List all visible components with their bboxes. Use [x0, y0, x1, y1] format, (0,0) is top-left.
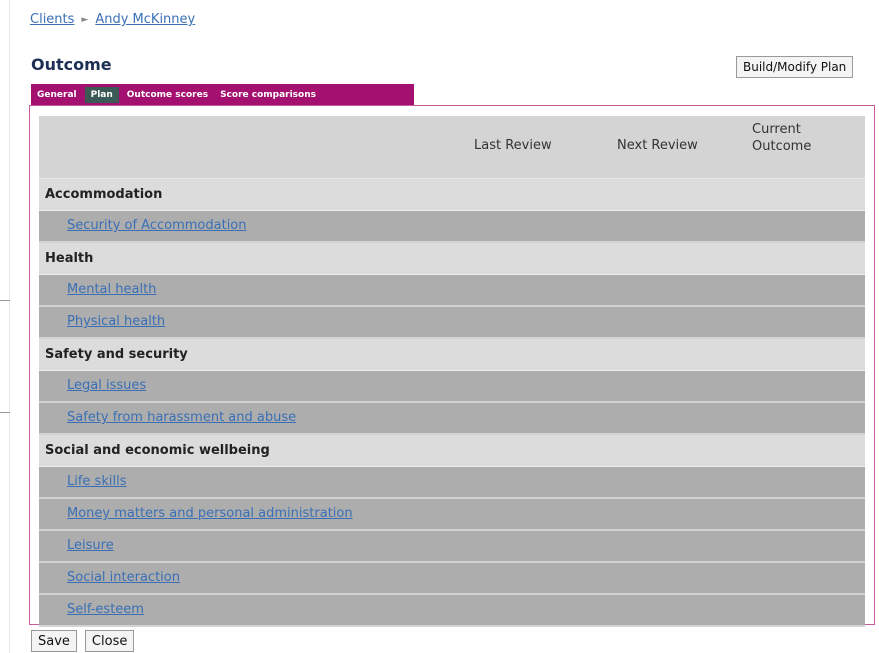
outcome-item-link[interactable]: Legal issues — [67, 378, 146, 393]
breadcrumb-separator-icon: ► — [81, 15, 89, 25]
left-border-line — [9, 0, 10, 653]
table-row: Life skills — [39, 467, 865, 499]
outcome-item-link[interactable]: Self-esteem — [67, 602, 144, 617]
outcome-item-link[interactable]: Social interaction — [67, 570, 180, 585]
build-modify-plan-button[interactable]: Build/Modify Plan — [736, 56, 854, 78]
group-header-row: Social and economic wellbeing — [39, 435, 865, 467]
left-tick-mark — [0, 412, 10, 413]
breadcrumb-client-link[interactable]: Andy McKinney — [95, 12, 195, 27]
table-row: Social interaction — [39, 563, 865, 595]
close-button[interactable]: Close — [84, 630, 135, 652]
column-header-next-review: Next Review — [617, 138, 698, 153]
save-button[interactable]: Save — [31, 630, 77, 652]
outcome-item-link[interactable]: Leisure — [67, 538, 114, 553]
outcome-item-link[interactable]: Physical health — [67, 314, 165, 329]
breadcrumb-clients-link[interactable]: Clients — [30, 12, 74, 27]
tab-outcome-scores[interactable]: Outcome scores — [121, 87, 214, 103]
form-actions: Save Close — [31, 630, 135, 652]
outcome-item-link[interactable]: Money matters and personal administratio… — [67, 506, 353, 521]
table-row: Security of Accommodation — [39, 211, 865, 243]
table-row: Money matters and personal administratio… — [39, 499, 865, 531]
left-tick-mark — [0, 300, 10, 301]
group-header-row: Health — [39, 243, 865, 275]
table-row: Physical health — [39, 307, 865, 339]
tab-score-comparisons[interactable]: Score comparisons — [214, 87, 322, 103]
outcome-table: Last Review Next Review Current Outcome A… — [39, 116, 865, 627]
table-body: Accommodation Security of Accommodation He… — [39, 179, 865, 627]
page-title: Outcome — [31, 55, 112, 74]
tab-general[interactable]: General — [31, 87, 83, 103]
table-row: Self-esteem — [39, 595, 865, 627]
tab-plan[interactable]: Plan — [84, 87, 119, 103]
table-row: Mental health — [39, 275, 865, 307]
outcome-item-link[interactable]: Safety from harassment and abuse — [67, 410, 296, 425]
outcome-item-link[interactable]: Security of Accommodation — [67, 218, 247, 233]
table-row: Safety from harassment and abuse — [39, 403, 865, 435]
tab-bar: General Plan Outcome scores Score compar… — [31, 84, 414, 106]
outcome-item-link[interactable]: Life skills — [67, 474, 126, 489]
column-header-current-outcome: Current Outcome — [752, 122, 812, 154]
column-header-last-review: Last Review — [474, 138, 552, 153]
plan-panel: Last Review Next Review Current Outcome A… — [29, 105, 875, 627]
breadcrumb: Clients ► Andy McKinney — [30, 12, 195, 27]
group-header-row: Safety and security — [39, 339, 865, 371]
outcome-item-link[interactable]: Mental health — [67, 282, 156, 297]
group-header-row: Accommodation — [39, 179, 865, 211]
table-header: Last Review Next Review Current Outcome — [39, 116, 865, 179]
table-row: Leisure — [39, 531, 865, 563]
table-row: Legal issues — [39, 371, 865, 403]
